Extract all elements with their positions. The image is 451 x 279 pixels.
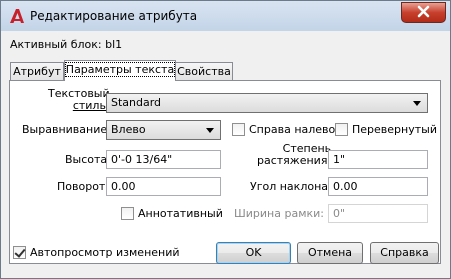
help-button[interactable]: Справка — [370, 242, 439, 264]
justification-select[interactable]: Влево — [106, 120, 221, 140]
upside-down-label[interactable]: Перевернутый — [352, 123, 437, 136]
dialog-client-area: Активный блок: bl1 Атрибут Параметры тек… — [1, 31, 450, 278]
height-field[interactable]: 0'-0 13/64" — [106, 150, 221, 169]
rotation-field[interactable]: 0.00 — [106, 177, 221, 196]
text-style-label: Текстовый стиль: — [48, 87, 110, 112]
autocad-app-icon — [10, 9, 24, 23]
active-block-label: Активный блок: bl1 — [10, 38, 123, 51]
chevron-down-icon — [206, 128, 214, 133]
tab-text-options[interactable]: Параметры текста — [64, 60, 176, 81]
close-button[interactable] — [401, 2, 446, 23]
text-style-value: Standard — [111, 96, 162, 109]
boundary-width-label: Ширина рамки: — [234, 207, 324, 220]
width-factor-label: Степень растяжения: — [257, 142, 332, 167]
tab-properties[interactable]: Свойства — [175, 62, 233, 81]
cancel-button[interactable]: Отмена — [297, 242, 363, 264]
text-style-select[interactable]: Standard — [106, 93, 428, 113]
width-factor-field[interactable]: 1" — [328, 150, 428, 169]
boundary-width-field: 0" — [328, 204, 428, 223]
rotation-label: Поворот: — [57, 180, 110, 193]
auto-preview-label[interactable]: Автопросмотр изменений — [30, 246, 180, 259]
upside-down-checkbox[interactable] — [335, 123, 348, 136]
justification-value: Влево — [111, 123, 146, 136]
chevron-down-icon — [413, 101, 421, 106]
backwards-label[interactable]: Справа налево — [249, 123, 335, 136]
title-bar[interactable]: Редактирование атрибута — [1, 1, 450, 31]
justification-label: Выравнивание: — [22, 123, 111, 136]
tab-properties-label: Свойства — [177, 65, 231, 78]
oblique-angle-label: Угол наклона: — [250, 180, 332, 193]
height-label: Высота: — [65, 153, 111, 166]
close-icon — [417, 5, 430, 18]
annotative-label[interactable]: Аннотативный — [138, 207, 223, 220]
backwards-checkbox[interactable] — [232, 123, 245, 136]
window-title: Редактирование атрибута — [30, 9, 198, 23]
text-options-panel: Текстовый стиль: Standard Выравнивание: В… — [9, 80, 441, 264]
auto-preview-checkbox[interactable] — [13, 246, 26, 259]
oblique-angle-field[interactable]: 0.00 — [328, 177, 428, 196]
edit-attribute-dialog: Редактирование атрибута Активный блок: b… — [0, 0, 451, 279]
tab-text-options-label: Параметры текста — [64, 62, 176, 77]
ok-button[interactable]: OK — [216, 242, 291, 264]
tab-attribute[interactable]: Атрибут — [10, 62, 64, 81]
annotative-checkbox[interactable] — [121, 207, 134, 220]
tab-attribute-label: Атрибут — [13, 65, 61, 78]
